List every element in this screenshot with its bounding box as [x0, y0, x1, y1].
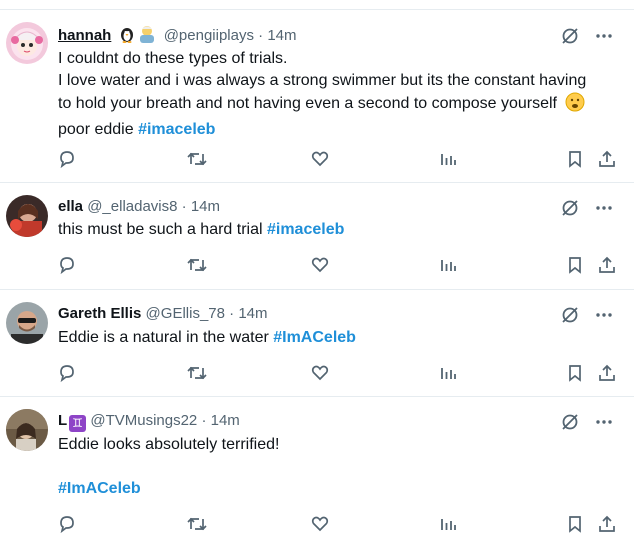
retweet-icon[interactable]	[185, 512, 209, 534]
display-name[interactable]: L	[58, 412, 67, 429]
timestamp[interactable]: 14m	[267, 27, 296, 44]
handle[interactable]: @TVMusings22	[90, 412, 197, 429]
retweet-icon[interactable]	[185, 253, 209, 277]
tweet-ella[interactable]: ella @_elladavis8 · 14m this must be suc…	[0, 183, 634, 290]
like-icon[interactable]	[308, 512, 332, 534]
views-icon[interactable]	[436, 253, 460, 277]
hashtag-link[interactable]: #imaceleb	[138, 121, 215, 138]
handle[interactable]: @pengiiplays	[164, 27, 254, 44]
reply-icon[interactable]	[55, 361, 79, 385]
tweet-header: hannah @pengiiplays · 14m	[58, 25, 297, 49]
bookmark-icon[interactable]	[563, 147, 587, 171]
tweet-text: this must be such a hard trial #imaceleb	[58, 219, 618, 241]
avatar[interactable]	[6, 409, 48, 451]
like-icon[interactable]	[308, 147, 332, 171]
separator: ·	[258, 27, 264, 44]
tweet-line: Eddie looks absolutely terrified!	[58, 436, 280, 453]
like-icon[interactable]	[308, 253, 332, 277]
tweet-actions	[0, 253, 634, 277]
bookmark-icon[interactable]	[563, 361, 587, 385]
views-icon[interactable]	[436, 361, 460, 385]
views-icon[interactable]	[436, 512, 460, 534]
reply-icon[interactable]	[55, 147, 79, 171]
share-icon[interactable]	[595, 361, 619, 385]
display-name[interactable]: Gareth Ellis	[58, 305, 141, 322]
tweet-line: to hold your breath and not having even …	[58, 92, 618, 119]
share-icon[interactable]	[595, 147, 619, 171]
tweet-line-text: poor eddie	[58, 121, 139, 138]
avatar[interactable]	[6, 302, 48, 344]
separator: ·	[201, 412, 207, 429]
tweet-header: Gareth Ellis @GEllis_78 · 14m	[58, 304, 268, 324]
share-icon[interactable]	[595, 253, 619, 277]
tweet-line: Eddie is a natural in the water #ImACele…	[58, 327, 618, 349]
avatar[interactable]	[6, 195, 48, 237]
display-name[interactable]: ella	[58, 198, 83, 215]
tweet-line: #ImACeleb	[58, 478, 618, 500]
avatar[interactable]	[6, 22, 48, 64]
tweet-line: I love water and i was always a strong s…	[58, 72, 587, 89]
timestamp[interactable]: 14m	[238, 305, 267, 322]
display-name[interactable]: hannah	[58, 27, 111, 44]
tweet-text: Eddie is a natural in the water #ImACele…	[58, 327, 618, 349]
tweet-hannah[interactable]: hannah @pengiiplays · 14m I couldnt do t…	[0, 10, 634, 183]
tweet-line-text: this must be such a hard trial	[58, 221, 267, 238]
penguin-icon	[120, 28, 133, 43]
gemini-badge: ♊	[69, 415, 87, 432]
tweet-header: ella @_elladavis8 · 14m	[58, 197, 220, 217]
older-person-icon	[139, 26, 154, 43]
separator: ·	[229, 305, 235, 322]
separator: ·	[181, 198, 187, 215]
timestamp[interactable]: 14m	[191, 198, 220, 215]
worried-face-icon	[565, 92, 585, 119]
retweet-icon[interactable]	[185, 147, 209, 171]
bookmark-icon[interactable]	[563, 512, 587, 534]
reply-icon[interactable]	[55, 512, 79, 534]
tweet-line-text: Eddie is a natural in the water	[58, 329, 274, 346]
name-emojis	[118, 25, 158, 49]
tweet-line: poor eddie #imaceleb	[58, 119, 618, 141]
retweet-icon[interactable]	[185, 361, 209, 385]
tweet-text: Eddie looks absolutely terrified! #ImACe…	[58, 434, 618, 500]
bookmark-icon[interactable]	[563, 253, 587, 277]
hashtag-link[interactable]: #ImACeleb	[273, 329, 356, 346]
tweet-l[interactable]: L ♊ @TVMusings22 · 14m Eddie looks absolu…	[0, 397, 634, 534]
tweet-actions	[0, 361, 634, 385]
hashtag-link[interactable]: #ImACeleb	[58, 480, 141, 497]
views-icon[interactable]	[436, 147, 460, 171]
tweet-line-text: to hold your breath and not having even …	[58, 95, 557, 112]
tweet-actions	[0, 512, 634, 534]
like-icon[interactable]	[308, 361, 332, 385]
tweet-header: L ♊ @TVMusings22 · 14m	[58, 411, 240, 432]
hashtag-link[interactable]: #imaceleb	[267, 221, 344, 238]
share-icon[interactable]	[595, 512, 619, 534]
reply-icon[interactable]	[55, 253, 79, 277]
tweet-gareth-ellis[interactable]: Gareth Ellis @GEllis_78 · 14m Eddie is a…	[0, 290, 634, 397]
handle[interactable]: @GEllis_78	[146, 305, 225, 322]
tweet-actions	[0, 147, 634, 171]
tweet-text: I couldnt do these types of trials. I lo…	[58, 48, 618, 141]
timestamp[interactable]: 14m	[211, 412, 240, 429]
tweet-line: I couldnt do these types of trials.	[58, 50, 288, 67]
handle[interactable]: @_elladavis8	[87, 198, 177, 215]
tweet-line: this must be such a hard trial #imaceleb	[58, 219, 618, 241]
